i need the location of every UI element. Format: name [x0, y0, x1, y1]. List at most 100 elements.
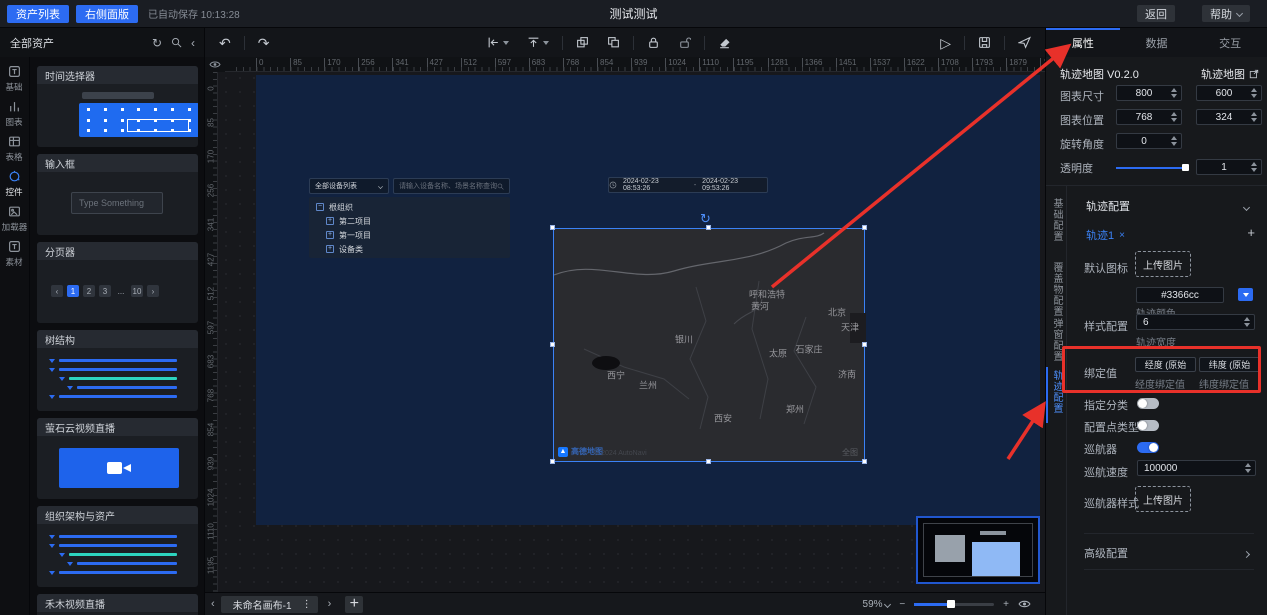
selection-handle[interactable] [862, 225, 867, 230]
collapse-panel-icon[interactable]: ‹ [191, 36, 195, 50]
rail-item-table[interactable]: 表格 [0, 135, 30, 163]
zoom-slider-knob[interactable] [947, 600, 955, 608]
export-icon[interactable] [978, 36, 991, 49]
rotate-stepper[interactable]: 0 [1116, 133, 1182, 149]
stepper-arrows[interactable] [1251, 112, 1257, 122]
date-range-picker[interactable]: 2024-02-23 08:53:26 - 2024-02-23 09:53:2… [608, 177, 768, 193]
back-button[interactable]: 返回 [1137, 5, 1175, 22]
tree-node[interactable]: +设备类 [309, 242, 510, 256]
asset-card-org-assets[interactable]: 组织架构与资产 [37, 506, 198, 587]
classify-toggle[interactable] [1137, 398, 1159, 409]
zoom-in-icon[interactable]: + [1003, 599, 1009, 610]
tree-node[interactable]: +第二项目 [309, 214, 510, 228]
help-button[interactable]: 帮助 [1202, 5, 1250, 22]
vtab-popup-config[interactable]: 弹窗配置 [1050, 318, 1062, 362]
lock-icon[interactable] [647, 36, 660, 49]
track-tab[interactable]: 轨迹1 × [1086, 227, 1125, 243]
tree-node[interactable]: +第一项目 [309, 228, 510, 242]
publish-icon[interactable] [1018, 36, 1031, 49]
asset-card-time-picker[interactable]: 时间选择器 [37, 66, 198, 147]
asset-card-hemu-video[interactable]: 禾木视频直播 [37, 594, 198, 615]
rail-item-basic[interactable]: 基础 [0, 65, 30, 93]
rail-item-controls[interactable]: 控件 [0, 170, 30, 198]
kebab-menu-icon[interactable]: ⋮ [302, 599, 312, 610]
tab-interaction[interactable]: 交互 [1193, 28, 1267, 57]
zoom-level[interactable]: 59% [863, 599, 891, 610]
align-left-icon[interactable] [487, 36, 509, 49]
canvas-tree-widget[interactable]: 全部设备列表 请输入设备名称、场景名称查询 −根组织 +第二项目 +第一项目 +… [309, 177, 510, 258]
stepper-arrows[interactable] [1244, 317, 1250, 327]
track-width-stepper[interactable]: 6 [1136, 314, 1255, 330]
vtab-overlay-config[interactable]: 覆盖物配置 [1050, 262, 1062, 317]
chart-width-stepper[interactable]: 800 [1116, 85, 1182, 101]
search-icon[interactable] [171, 37, 182, 48]
zoom-out-icon[interactable]: − [899, 599, 905, 610]
tab-properties[interactable]: 属性 [1046, 28, 1120, 57]
selection-handle[interactable] [550, 225, 555, 230]
redo-icon[interactable]: ↷ [258, 36, 270, 50]
chart-x-stepper[interactable]: 768 [1116, 109, 1182, 125]
upload-image-button[interactable]: 上传图片 [1135, 251, 1191, 277]
selection-handle[interactable] [862, 459, 867, 464]
point-type-toggle[interactable] [1137, 420, 1159, 431]
rail-item-material[interactable]: 素材 [0, 240, 30, 268]
section-collapse-icon[interactable] [1244, 201, 1249, 213]
vtab-basic-config[interactable]: 基础配置 [1050, 198, 1062, 242]
device-search-input[interactable]: 请输入设备名称、场景名称查询 [393, 178, 510, 194]
track-color-input[interactable]: #3366cc [1136, 287, 1224, 303]
device-tree-list[interactable]: −根组织 +第二项目 +第一项目 +设备类 [309, 197, 510, 258]
upload-image-button[interactable]: 上传图片 [1135, 486, 1191, 512]
selection-handle[interactable] [550, 342, 555, 347]
tree-toggle-icon[interactable]: − [316, 203, 324, 211]
stepper-arrows[interactable] [1251, 162, 1257, 172]
tree-toggle-icon[interactable]: + [326, 217, 334, 225]
rail-item-chart[interactable]: 图表 [0, 100, 30, 128]
opacity-slider[interactable] [1116, 167, 1186, 169]
opacity-stepper[interactable]: 1 [1196, 159, 1262, 175]
add-track-icon[interactable]: + [1247, 225, 1255, 240]
vtab-track-config[interactable]: 轨迹配置 [1050, 370, 1062, 414]
canvas-tab[interactable]: 未命名画布-1 ⋮ [221, 596, 318, 613]
stepper-arrows[interactable] [1171, 136, 1177, 146]
stepper-arrows[interactable] [1171, 88, 1177, 98]
eye-icon[interactable] [1018, 599, 1031, 609]
unlock-icon[interactable] [678, 36, 691, 49]
selection-handle[interactable] [550, 459, 555, 464]
asset-card-pagination[interactable]: 分页器 ‹ 1 2 3 ... 10 › [37, 242, 198, 323]
chart-height-stepper[interactable]: 600 [1196, 85, 1262, 101]
ruler-corner[interactable] [205, 57, 225, 72]
asset-card-tree[interactable]: 树结构 [37, 330, 198, 411]
cruise-speed-stepper[interactable]: 100000 [1137, 460, 1256, 476]
stepper-arrows[interactable] [1171, 112, 1177, 122]
bring-forward-icon[interactable] [607, 36, 620, 49]
opacity-slider-knob[interactable] [1182, 164, 1189, 171]
rail-item-loader[interactable]: 加载器 [0, 205, 30, 233]
prev-canvas-icon[interactable]: ‹ [211, 598, 215, 610]
minimap[interactable] [916, 516, 1040, 584]
close-icon[interactable]: × [1119, 230, 1125, 241]
refresh-icon[interactable]: ↻ [152, 36, 162, 50]
tab-data[interactable]: 数据 [1120, 28, 1194, 57]
preview-play-icon[interactable]: ▷ [940, 36, 951, 50]
advanced-expand-icon[interactable] [1244, 548, 1249, 560]
tree-toggle-icon[interactable]: + [326, 231, 334, 239]
tree-node[interactable]: −根组织 [309, 200, 510, 214]
tree-toggle-icon[interactable]: + [326, 245, 334, 253]
next-canvas-icon[interactable]: › [328, 598, 332, 610]
eraser-icon[interactable] [718, 36, 731, 49]
selection-handle[interactable] [706, 459, 711, 464]
asset-card-input[interactable]: 输入框 Type Something [37, 154, 198, 235]
selection-handle[interactable] [862, 342, 867, 347]
zoom-slider[interactable] [914, 603, 994, 606]
device-type-dropdown[interactable]: 全部设备列表 [309, 178, 389, 194]
send-backward-icon[interactable] [576, 36, 589, 49]
advanced-config-label[interactable]: 高级配置 [1084, 545, 1128, 561]
chart-y-stepper[interactable]: 324 [1196, 109, 1262, 125]
asset-card-ezviz-video[interactable]: 萤石云视频直播 [37, 418, 198, 499]
add-canvas-button[interactable]: + [345, 596, 363, 613]
cruiser-toggle[interactable] [1137, 442, 1159, 453]
track-map-widget[interactable]: 呼和浩特黄河北京天津银川石家庄太原济南西宁兰州郑州西安 ▲ 高德地图 © 202… [553, 228, 865, 462]
color-picker-button[interactable] [1238, 288, 1253, 301]
align-top-icon[interactable] [527, 36, 549, 49]
selection-handle[interactable] [706, 225, 711, 230]
